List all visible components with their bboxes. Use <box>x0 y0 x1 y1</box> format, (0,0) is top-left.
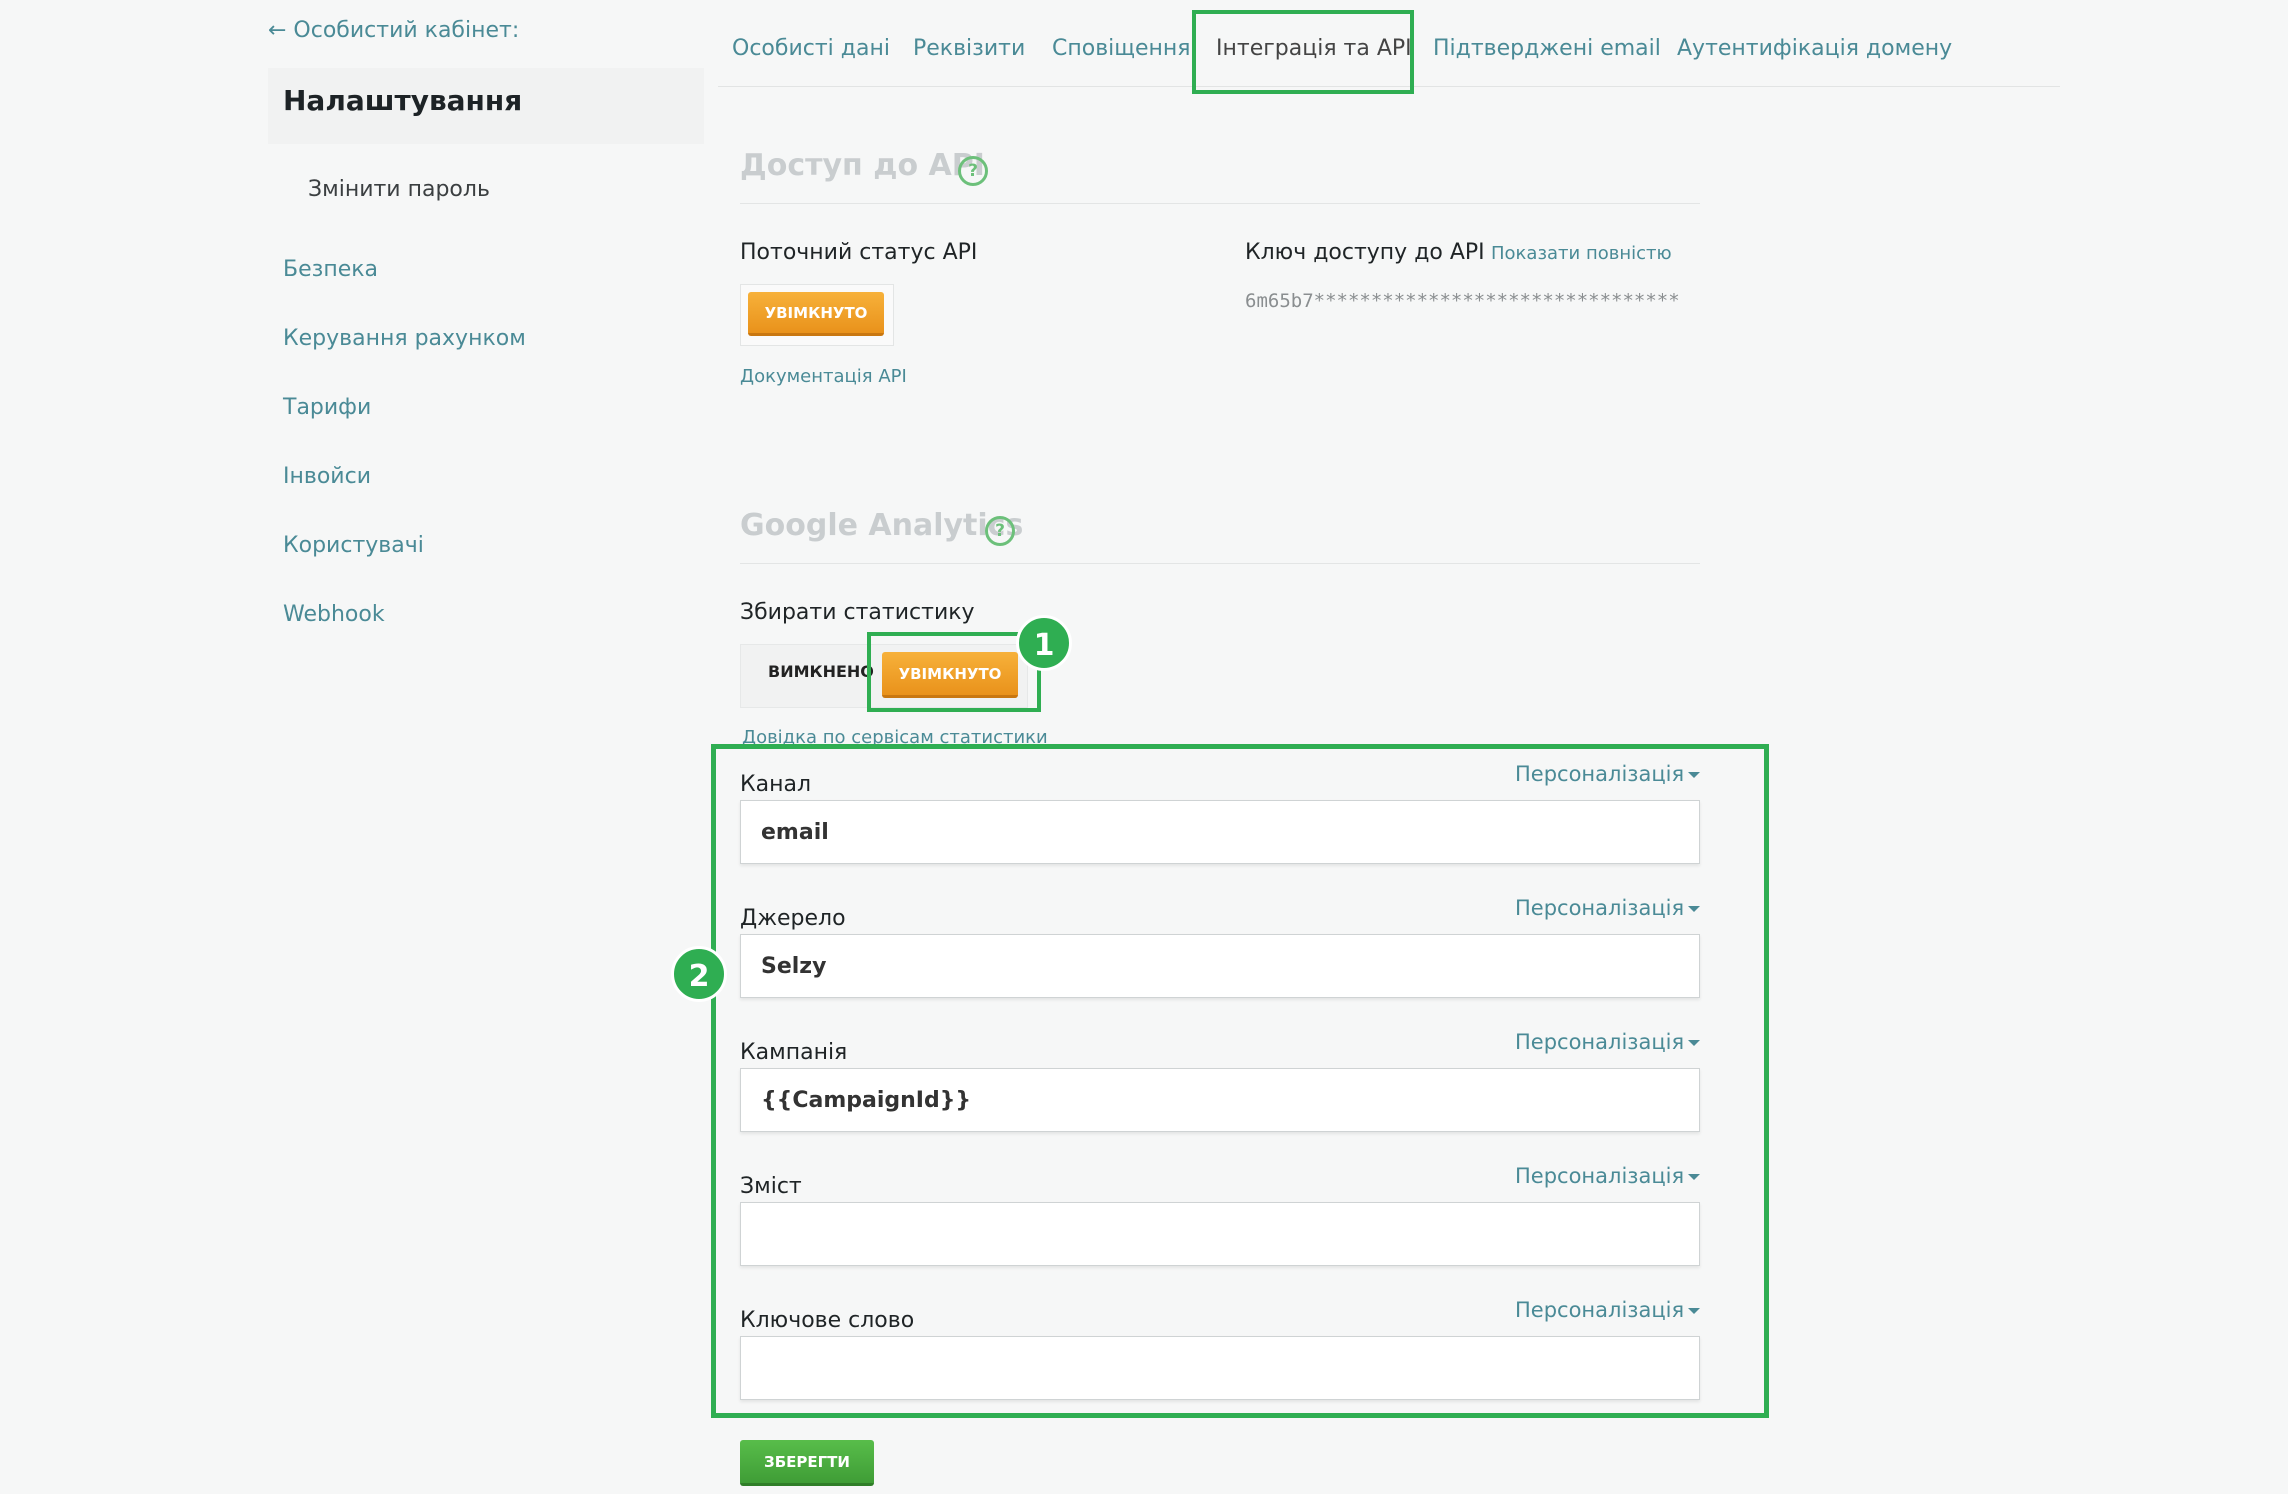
field-label-campaign: Кампанія <box>740 1040 848 1065</box>
tab-domain-auth[interactable]: Аутентифікація домену <box>1677 36 1952 61</box>
sidebar-item-webhook[interactable]: Webhook <box>283 602 385 627</box>
tab-personal-data[interactable]: Особисті дані <box>732 36 890 61</box>
ga-section-title: Google Analytics <box>740 508 1024 543</box>
page-title: Налаштування <box>283 84 523 117</box>
api-key-label: Ключ доступу до API <box>1245 240 1485 265</box>
field-label-channel: Канал <box>740 772 812 797</box>
content-input[interactable] <box>740 1202 1700 1266</box>
active-tab-highlight-frame <box>1192 10 1414 94</box>
personalization-dropdown[interactable]: Персоналізація <box>1515 1030 1701 1054</box>
api-status-button[interactable]: УВІМКНУТО <box>748 292 884 336</box>
callout-badge-1: 1 <box>1016 615 1072 671</box>
api-key-value: 6m65b7******************************** <box>1245 290 1680 312</box>
collect-stats-label: Збирати статистику <box>740 600 975 625</box>
sidebar-item-users[interactable]: Користувачі <box>283 533 424 558</box>
personalization-dropdown[interactable]: Персоналізація <box>1515 1298 1701 1322</box>
show-full-key-link[interactable]: Показати повністю <box>1491 243 1672 264</box>
caret-down-icon <box>1688 1174 1701 1180</box>
personalization-dropdown[interactable]: Персоналізація <box>1515 896 1701 920</box>
toggle-off-option[interactable]: ВИМКНЕНО <box>768 662 874 681</box>
callout-badge-2: 2 <box>671 946 727 1002</box>
keyword-input[interactable] <box>740 1336 1700 1400</box>
field-label-content: Зміст <box>740 1174 802 1199</box>
back-link[interactable]: ← Особистий кабінет: <box>268 18 519 43</box>
sidebar-item-security[interactable]: Безпека <box>283 257 378 282</box>
sidebar-item-account[interactable]: Керування рахунком <box>283 326 526 351</box>
source-input[interactable] <box>740 934 1700 998</box>
personalization-dropdown[interactable]: Персоналізація <box>1515 1164 1701 1188</box>
sidebar-item-tariffs[interactable]: Тарифи <box>283 395 371 420</box>
help-icon[interactable]: ? <box>985 516 1015 546</box>
api-section-title: Доступ до API <box>740 148 985 183</box>
api-docs-link[interactable]: Документація API <box>740 366 907 387</box>
channel-input[interactable] <box>740 800 1700 864</box>
section-divider <box>740 203 1700 204</box>
sidebar-item-invoices[interactable]: Інвойси <box>283 464 371 489</box>
tab-requisites[interactable]: Реквізити <box>913 36 1025 61</box>
caret-down-icon <box>1688 1040 1701 1046</box>
caret-down-icon <box>1688 772 1701 778</box>
field-label-keyword: Ключове слово <box>740 1308 915 1333</box>
save-button[interactable]: ЗБЕРЕГТИ <box>740 1440 874 1486</box>
api-status-label: Поточний статус API <box>740 240 978 265</box>
section-divider <box>740 563 1700 564</box>
toggle-highlight-frame <box>867 632 1041 712</box>
caret-down-icon <box>1688 906 1701 912</box>
caret-down-icon <box>1688 1308 1701 1314</box>
tab-confirmed-email[interactable]: Підтверджені email <box>1433 36 1661 61</box>
tab-notifications[interactable]: Сповіщення <box>1052 36 1191 61</box>
sidebar-item-change-password[interactable]: Змінити пароль <box>308 177 490 202</box>
campaign-input[interactable] <box>740 1068 1700 1132</box>
field-label-source: Джерело <box>740 906 846 931</box>
personalization-dropdown[interactable]: Персоналізація <box>1515 762 1701 786</box>
help-icon[interactable]: ? <box>958 156 988 186</box>
